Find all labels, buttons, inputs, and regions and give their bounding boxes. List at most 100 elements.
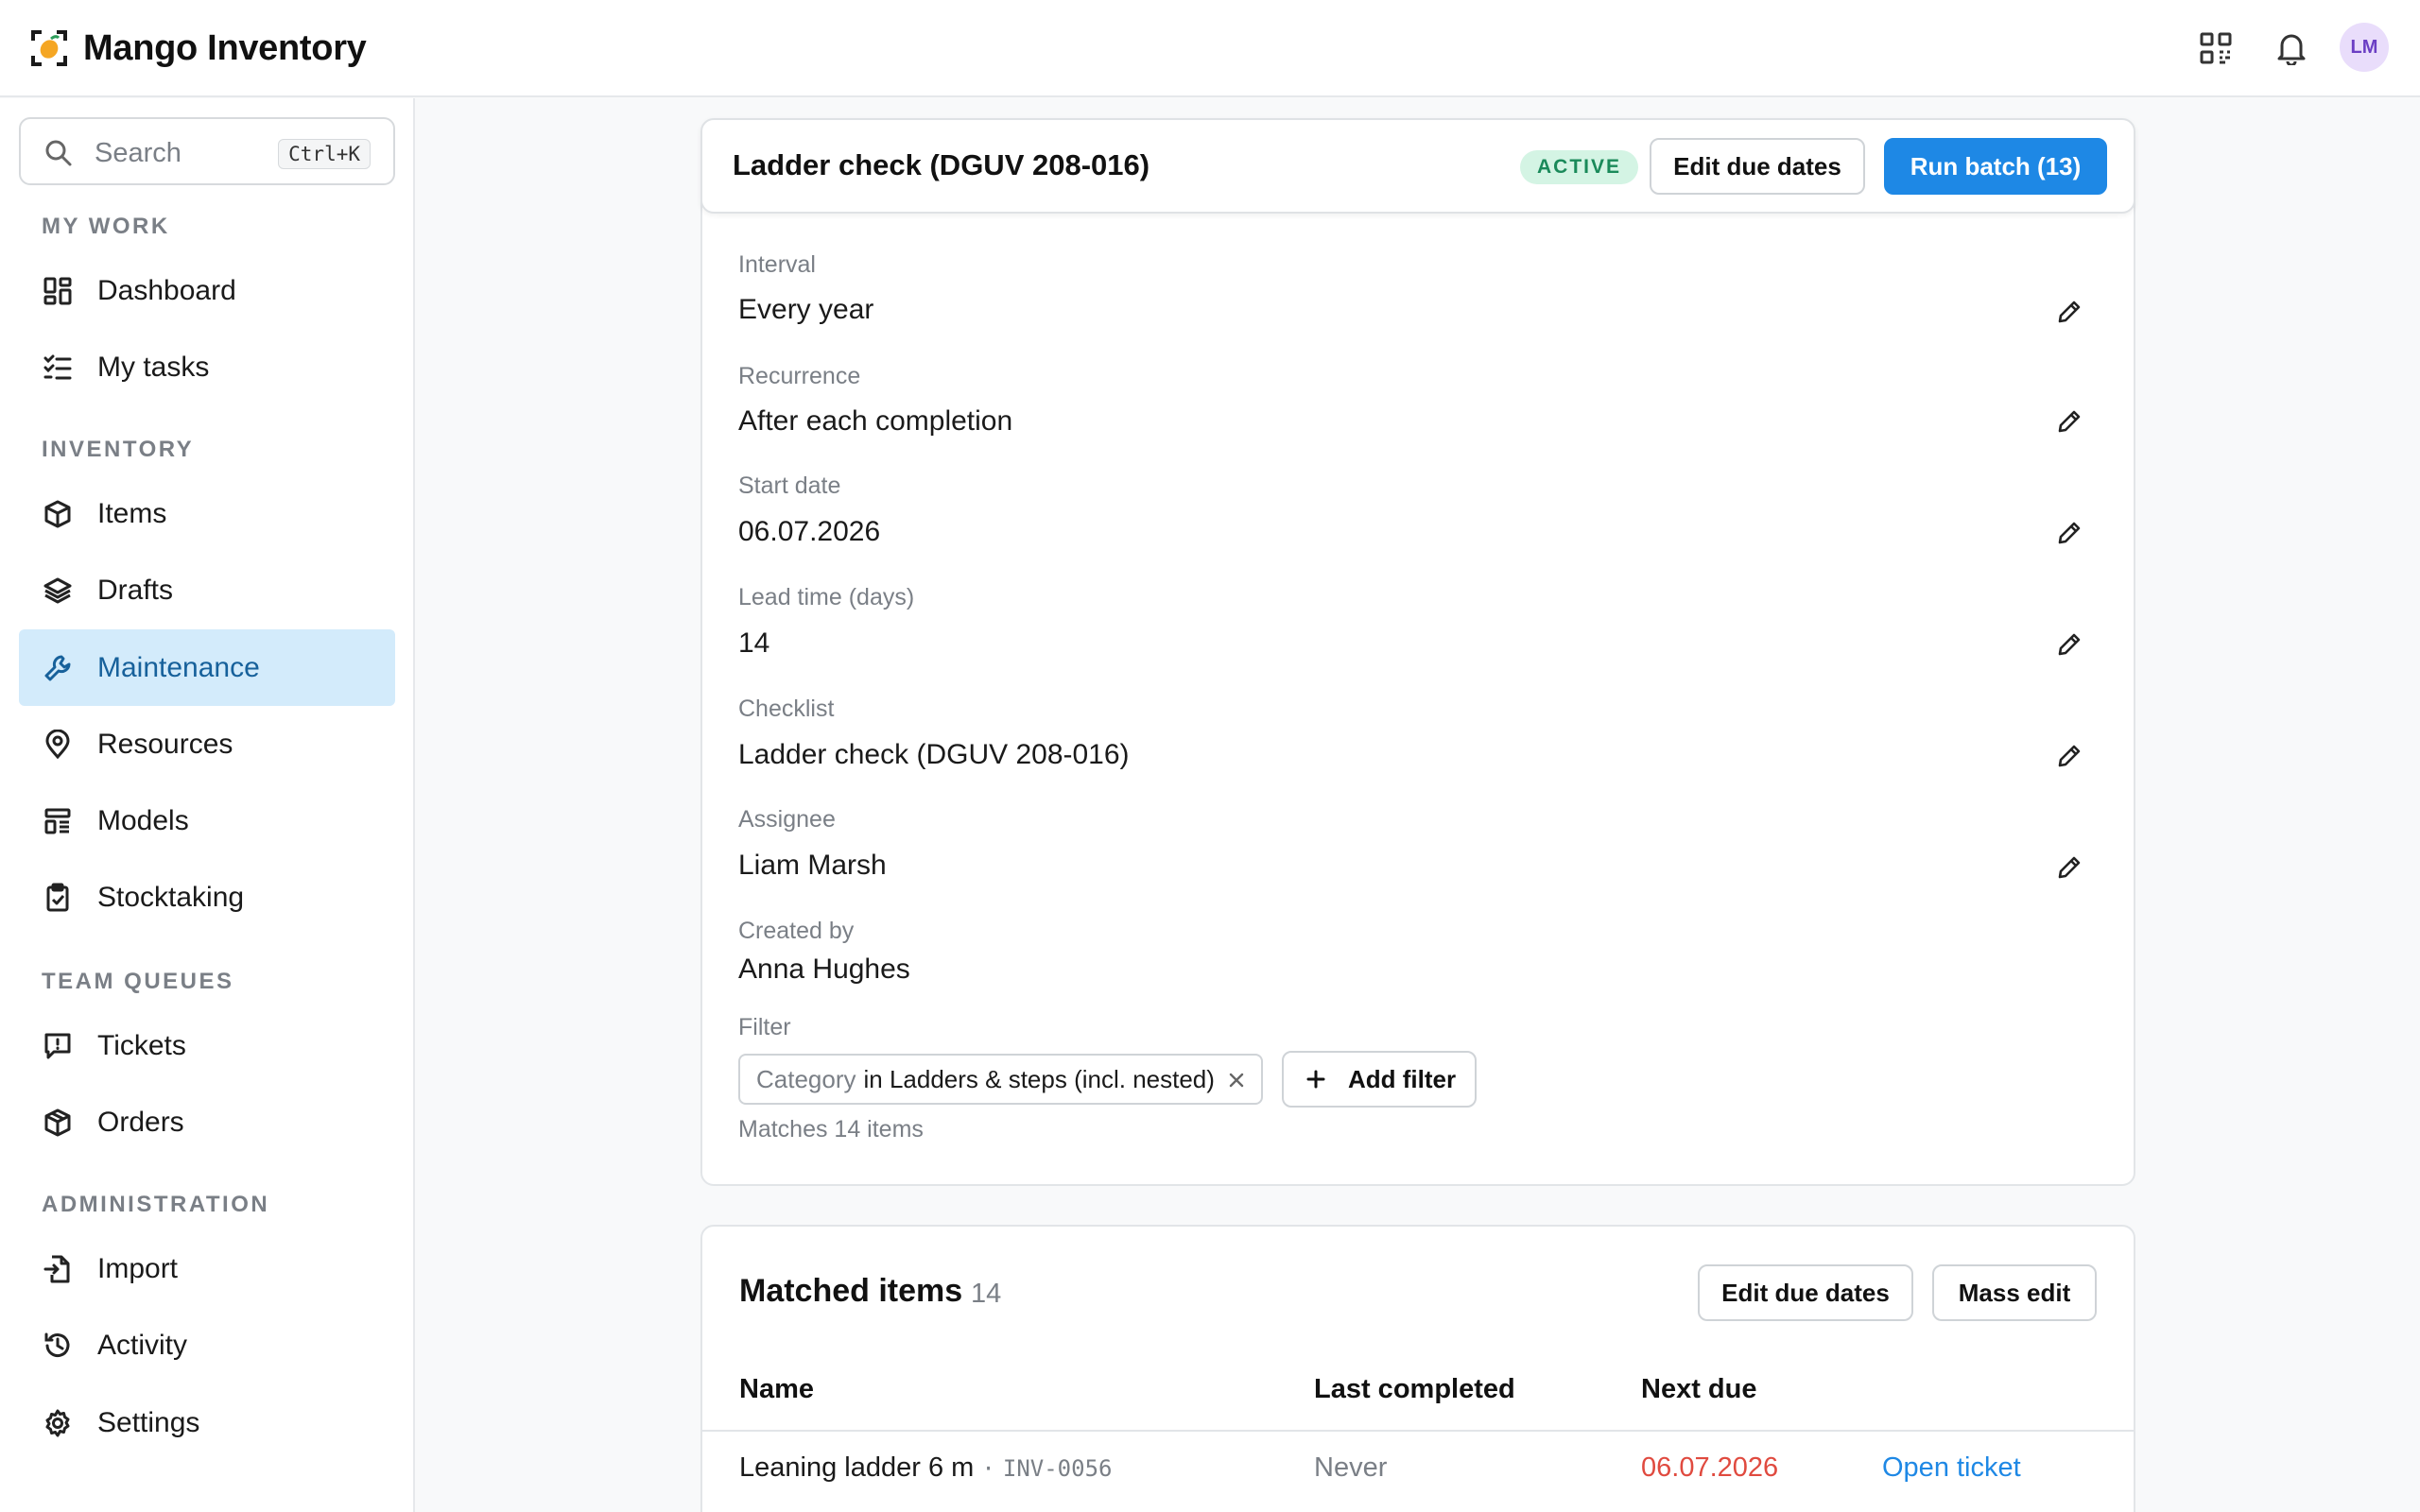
sidebar-item-tickets[interactable]: Tickets <box>19 1007 395 1084</box>
sidebar-item-items[interactable]: Items <box>19 475 395 552</box>
add-filter-button[interactable]: Add filter <box>1282 1051 1477 1108</box>
location-pin-icon <box>42 729 74 761</box>
field-value-created-by: Anna Hughes <box>738 954 910 985</box>
item-separator: · <box>981 1455 995 1482</box>
column-header-name[interactable]: Name <box>739 1374 814 1405</box>
brand[interactable]: Mango Inventory <box>30 26 367 70</box>
field-value-checklist: Ladder check (DGUV 208-016) <box>738 739 1130 770</box>
pencil-icon[interactable] <box>2053 517 2085 549</box>
matched-items-title: Matched items <box>739 1273 963 1309</box>
sidebar-item-label: Maintenance <box>97 651 260 683</box>
sidebar-item-models[interactable]: Models <box>19 782 395 859</box>
gear-icon <box>42 1407 74 1439</box>
sidebar: Search Ctrl+K MY WORK Dashboard My tasks… <box>0 98 415 1512</box>
ticket-icon <box>42 1030 74 1062</box>
sidebar-item-label: Stocktaking <box>97 881 245 913</box>
item-inventory-number: INV-0056 <box>1002 1455 1113 1482</box>
mango-logo-icon <box>30 29 68 67</box>
close-icon[interactable] <box>1225 1069 1248 1091</box>
plan-header: Ladder check (DGUV 208-016) ACTIVE Edit … <box>700 118 2135 214</box>
field-label-interval: Interval <box>738 251 816 278</box>
divider <box>702 1430 2134 1432</box>
pencil-icon[interactable] <box>2053 405 2085 438</box>
field-value-recurrence: After each completion <box>738 405 1013 437</box>
sidebar-item-drafts[interactable]: Drafts <box>19 552 395 628</box>
sidebar-item-activity[interactable]: Activity <box>19 1307 395 1383</box>
sidebar-item-label: Models <box>97 804 189 836</box>
edit-due-dates-button[interactable]: Edit due dates <box>1650 138 1865 195</box>
mass-edit-button[interactable]: Mass edit <box>1932 1264 2097 1321</box>
section-my-work: MY WORK <box>42 214 170 239</box>
plan-details-card <box>700 189 2135 1186</box>
sidebar-item-dashboard[interactable]: Dashboard <box>19 252 395 329</box>
section-team-queues: TEAM QUEUES <box>42 969 234 994</box>
sidebar-item-label: My tasks <box>97 351 210 383</box>
sidebar-item-label: Orders <box>97 1106 184 1138</box>
history-icon <box>42 1330 74 1362</box>
sidebar-item-label: Resources <box>97 728 233 760</box>
item-name-cell[interactable]: Leaning ladder 6 m · INV-0056 <box>739 1452 1112 1484</box>
sidebar-item-orders[interactable]: Orders <box>19 1084 395 1160</box>
run-batch-button[interactable]: Run batch (13) <box>1884 138 2107 195</box>
models-icon <box>42 805 74 837</box>
sidebar-item-settings[interactable]: Settings <box>19 1384 395 1461</box>
column-header-last-completed[interactable]: Last completed <box>1314 1374 1515 1405</box>
filter-chip-key: Category <box>756 1064 856 1093</box>
sidebar-item-label: Import <box>97 1252 179 1284</box>
sidebar-item-label: Activity <box>97 1329 188 1361</box>
pencil-icon[interactable] <box>2053 628 2085 661</box>
sidebar-item-label: Items <box>97 497 167 529</box>
field-label-lead-time: Lead time (days) <box>738 584 915 610</box>
pencil-icon[interactable] <box>2053 740 2085 772</box>
field-value-assignee: Liam Marsh <box>738 850 887 881</box>
field-label-start-date: Start date <box>738 472 841 499</box>
matches-count-text: Matches 14 items <box>738 1116 924 1143</box>
column-header-next-due[interactable]: Next due <box>1641 1374 1756 1405</box>
top-bar: Mango Inventory LM <box>0 0 2420 97</box>
filter-chip[interactable]: Category in Ladders & steps (incl. neste… <box>738 1054 1263 1105</box>
field-label-assignee: Assignee <box>738 806 836 833</box>
field-label-created-by: Created by <box>738 918 855 944</box>
open-ticket-link[interactable]: Open ticket <box>1882 1452 2021 1484</box>
edit-due-dates-button[interactable]: Edit due dates <box>1698 1264 1913 1321</box>
tasks-icon <box>42 352 74 384</box>
sidebar-item-maintenance[interactable]: Maintenance <box>19 629 395 706</box>
matched-items-count: 14 <box>971 1279 1002 1309</box>
sidebar-item-resources[interactable]: Resources <box>19 706 395 782</box>
sidebar-item-stocktaking[interactable]: Stocktaking <box>19 859 395 936</box>
sidebar-item-import[interactable]: Import <box>19 1230 395 1307</box>
field-value-lead-time: 14 <box>738 627 770 659</box>
section-inventory: INVENTORY <box>42 437 195 462</box>
next-due-cell: 06.07.2026 <box>1641 1452 1779 1483</box>
pencil-icon[interactable] <box>2053 296 2085 328</box>
field-label-checklist: Checklist <box>738 696 835 722</box>
field-value-start-date: 06.07.2026 <box>738 516 881 547</box>
cube-icon <box>42 498 74 530</box>
box-icon <box>42 1107 74 1139</box>
wrench-icon <box>42 652 74 684</box>
status-badge: ACTIVE <box>1520 150 1639 184</box>
plus-icon <box>1305 1068 1327 1091</box>
avatar[interactable]: LM <box>2340 23 2389 72</box>
qr-code-icon[interactable] <box>2192 25 2239 72</box>
search-placeholder: Search <box>95 138 182 168</box>
sidebar-item-label: Settings <box>97 1406 200 1438</box>
item-name: Leaning ladder 6 m <box>739 1452 975 1483</box>
sidebar-item-label: Drafts <box>97 574 174 606</box>
sidebar-item-my-tasks[interactable]: My tasks <box>19 329 395 405</box>
bell-icon[interactable] <box>2268 25 2315 72</box>
add-filter-label: Add filter <box>1348 1064 1457 1093</box>
filter-chip-value: in Ladders & steps (incl. nested) <box>863 1064 1215 1093</box>
search-shortcut: Ctrl+K <box>278 139 371 169</box>
app-title: Mango Inventory <box>83 27 367 68</box>
search-icon <box>43 138 74 168</box>
field-label-filter: Filter <box>738 1014 791 1040</box>
import-icon <box>42 1253 74 1285</box>
plan-title: Ladder check (DGUV 208-016) <box>733 148 1150 181</box>
search-input[interactable]: Search Ctrl+K <box>19 117 395 185</box>
pencil-icon[interactable] <box>2053 851 2085 884</box>
dashboard-icon <box>42 275 74 307</box>
field-label-recurrence: Recurrence <box>738 363 861 389</box>
sidebar-item-label: Dashboard <box>97 274 236 306</box>
sidebar-item-label: Tickets <box>97 1029 186 1061</box>
